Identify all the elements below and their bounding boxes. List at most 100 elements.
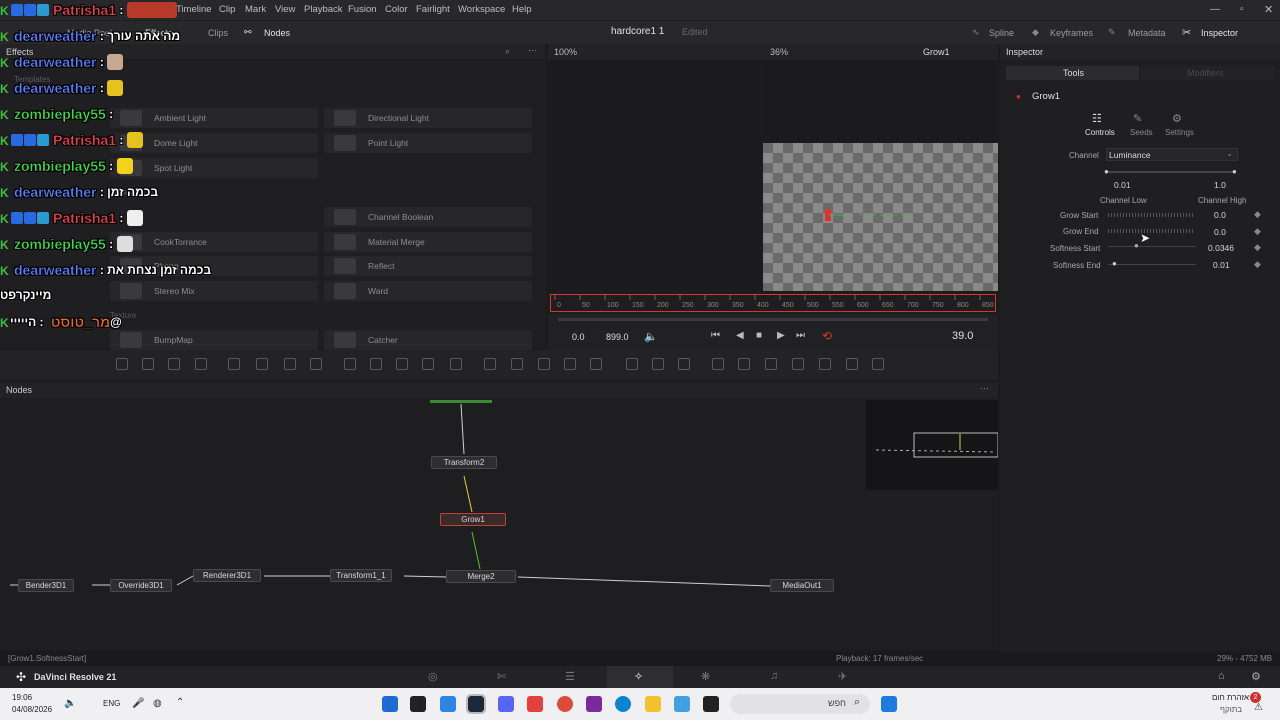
more-options-icon[interactable]: ⋯ xyxy=(528,45,537,56)
tool-text-icon[interactable] xyxy=(168,358,180,370)
node-mediaout1[interactable]: MediaOut1 xyxy=(770,579,834,592)
node-bender3d1[interactable]: Bender3D1 xyxy=(18,579,74,592)
viewer1-zoom[interactable]: 100% xyxy=(554,47,577,57)
node-graph[interactable]: Transform2 Grow1 Bender3D1 Override3D1 R… xyxy=(0,398,998,650)
softness-end-keyframe-icon[interactable]: ◆ xyxy=(1254,259,1261,270)
end-time[interactable]: 899.0 xyxy=(606,332,629,342)
grow-start-slider[interactable] xyxy=(1108,213,1194,217)
tool-color-icon[interactable] xyxy=(310,358,322,370)
viewer2-zoom[interactable]: 36% xyxy=(770,47,788,57)
menu-workspace[interactable]: Workspace xyxy=(458,4,505,15)
tool-polygon-icon[interactable] xyxy=(538,358,550,370)
softness-start-handle-icon[interactable]: ● xyxy=(1134,241,1139,250)
tool-glow-icon[interactable] xyxy=(284,358,296,370)
softness-end-handle-icon[interactable]: ● xyxy=(1112,259,1117,268)
effect-material-merge[interactable]: Material Merge xyxy=(324,232,532,252)
clock-date[interactable]: 04/08/2026 xyxy=(12,705,52,714)
channel-dropdown[interactable]: Luminance ⌄ xyxy=(1106,148,1238,161)
left-viewer[interactable] xyxy=(548,60,760,290)
tool-renderer3d-icon[interactable] xyxy=(846,358,858,370)
node-minimap[interactable] xyxy=(866,400,999,490)
app-icon-11[interactable] xyxy=(674,696,690,712)
effect-channel-boolean[interactable]: Channel Boolean xyxy=(324,207,532,227)
softness-start-value[interactable]: 0.0346 xyxy=(1208,243,1234,253)
grow-start-keyframe-icon[interactable]: ◆ xyxy=(1254,209,1261,220)
tool-mask-icon[interactable] xyxy=(396,358,408,370)
steam-icon[interactable] xyxy=(466,694,486,714)
taskbar-search[interactable]: חפש ⌕ xyxy=(730,694,870,714)
tool-transform-icon[interactable] xyxy=(422,358,434,370)
tool-matte-icon[interactable] xyxy=(370,358,382,370)
node-transform1-1[interactable]: Transform1_1 xyxy=(330,569,392,582)
menu-mark[interactable]: Mark xyxy=(245,4,266,15)
search-icon[interactable]: ⌕ xyxy=(505,46,510,57)
menu-fusion[interactable]: Fusion xyxy=(348,4,377,15)
tool-stabilize-icon[interactable] xyxy=(678,358,690,370)
grow-end-slider[interactable] xyxy=(1108,229,1194,233)
tool-paint-icon[interactable] xyxy=(142,358,154,370)
start-button-icon[interactable] xyxy=(881,696,897,712)
tool-imageplane-icon[interactable] xyxy=(872,358,884,370)
tool-merge3d-icon[interactable] xyxy=(765,358,777,370)
color-page-icon[interactable]: ❋ xyxy=(701,670,710,683)
weather-icon[interactable]: ⚠ xyxy=(1254,702,1263,713)
tool-background-icon[interactable] xyxy=(116,358,128,370)
play-reverse-icon[interactable]: ◀ xyxy=(736,330,744,341)
channel-high-value[interactable]: 1.0 xyxy=(1214,180,1226,190)
file-explorer-icon[interactable] xyxy=(645,696,661,712)
effect-catcher[interactable]: Catcher xyxy=(324,330,532,350)
tool-rectangle-icon[interactable] xyxy=(484,358,496,370)
subtab-seeds[interactable]: Seeds xyxy=(1130,128,1153,137)
stop-icon[interactable]: ■ xyxy=(756,330,762,341)
tool-blur-icon[interactable] xyxy=(256,358,268,370)
discord-icon[interactable] xyxy=(498,696,514,712)
grow-end-keyframe-icon[interactable]: ◆ xyxy=(1254,226,1261,237)
weather-text-2[interactable]: בתוקף xyxy=(1220,705,1242,714)
tab-spline[interactable]: Spline xyxy=(989,28,1014,38)
current-frame[interactable]: 39.0 xyxy=(952,330,973,342)
terminal-icon[interactable] xyxy=(703,696,719,712)
tab-modifiers[interactable]: Modifiers xyxy=(1141,66,1274,80)
tab-metadata[interactable]: Metadata xyxy=(1128,28,1166,38)
start-time[interactable]: 0.0 xyxy=(572,332,585,342)
timeline-ruler[interactable]: 0 50 100 150 200 250 300 350 400 450 500 550 600 650 7… xyxy=(550,294,996,312)
deliver-page-icon[interactable]: ✈ xyxy=(838,670,847,683)
home-icon[interactable]: ⌂ xyxy=(1218,670,1225,682)
low-handle-icon[interactable]: ● xyxy=(1104,167,1109,176)
app-icon-3[interactable] xyxy=(440,696,456,712)
tool-text3d-icon[interactable] xyxy=(738,358,750,370)
scrub-bar[interactable] xyxy=(558,318,988,321)
app-icon-8[interactable] xyxy=(586,696,602,712)
project-settings-icon[interactable]: ⚙ xyxy=(1251,670,1261,683)
node-merge2[interactable]: Merge2 xyxy=(446,570,516,583)
tab-tools[interactable]: Tools xyxy=(1006,66,1139,80)
high-handle-icon[interactable]: ● xyxy=(1232,167,1237,176)
softness-end-value[interactable]: 0.01 xyxy=(1213,260,1230,270)
fusion-page-tab[interactable]: ✧ xyxy=(607,666,673,688)
softness-start-slider[interactable] xyxy=(1108,246,1196,247)
node-override3d1[interactable]: Override3D1 xyxy=(110,579,172,592)
effect-reflect[interactable]: Reflect xyxy=(324,256,532,276)
app-icon-1[interactable] xyxy=(382,696,398,712)
go-to-start-icon[interactable]: ⏮ xyxy=(711,330,720,341)
tool-camera3d-icon[interactable] xyxy=(792,358,804,370)
subtab-settings[interactable]: Settings xyxy=(1165,128,1194,137)
microphone-icon[interactable]: 🎤 xyxy=(132,698,144,709)
cut-page-icon[interactable]: ✄ xyxy=(497,670,506,683)
audio-icon[interactable]: 🔈 xyxy=(644,330,658,343)
fairlight-page-icon[interactable]: ♫ xyxy=(770,670,778,682)
clock-time[interactable]: 19:06 xyxy=(12,693,32,702)
menu-view[interactable]: View xyxy=(275,4,295,15)
play-icon[interactable]: ▶ xyxy=(777,330,785,341)
weather-text-1[interactable]: אזהרת חום xyxy=(1212,693,1249,702)
tool-brush-icon[interactable] xyxy=(195,358,207,370)
tool-merge-icon[interactable] xyxy=(344,358,356,370)
subtab-controls[interactable]: Controls xyxy=(1085,128,1115,137)
menu-help[interactable]: Help xyxy=(512,4,532,15)
language-indicator[interactable]: ENG xyxy=(103,699,120,708)
tool-resize-icon[interactable] xyxy=(450,358,462,370)
menu-playback[interactable]: Playback xyxy=(304,4,343,15)
effect-bumpmap[interactable]: BumpMap xyxy=(110,330,318,350)
effect-directional-light[interactable]: Directional Light xyxy=(324,108,532,128)
node-grow1[interactable]: Grow1 xyxy=(440,513,506,526)
